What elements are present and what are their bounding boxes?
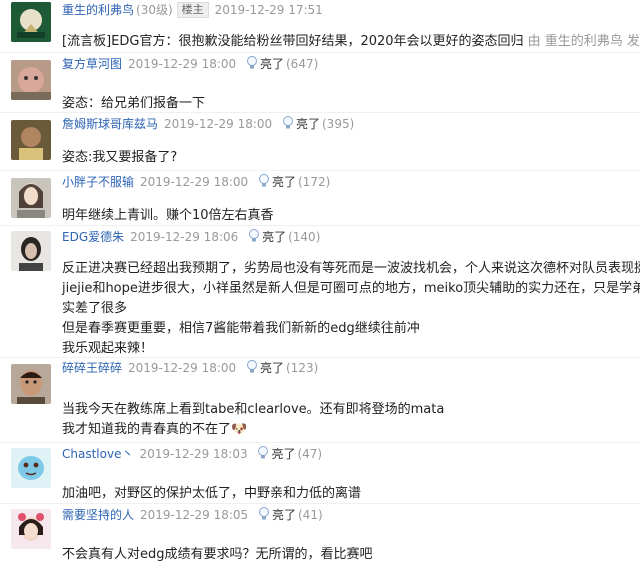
avatar[interactable]	[11, 2, 51, 42]
like-button[interactable]: 亮了 (395)	[282, 114, 354, 134]
like-button[interactable]: 亮了 (647)	[246, 54, 318, 74]
reply-line: 实差了很多	[62, 301, 128, 316]
reply-content: 明年继续上青训。赚个10倍左右真香	[62, 206, 640, 226]
reply-content: 反正进决赛已经超出我预期了，劣势局也没有等死而是一波波找机会，个人来说这次德杯对…	[62, 259, 640, 359]
like-button[interactable]: 亮了 (172)	[258, 172, 330, 192]
username[interactable]: Chastlove丶	[62, 447, 133, 461]
like-label: 亮了	[259, 57, 284, 71]
reply-meta: 碎碎王碎碎 2019-12-29 18:00 亮了 (123)	[62, 358, 318, 378]
like-count: (172)	[298, 175, 331, 189]
timestamp: 2019-12-29 17:51	[214, 3, 323, 17]
like-label: 亮了	[271, 447, 296, 461]
divider	[0, 170, 640, 171]
lightbulb-icon	[258, 446, 269, 459]
like-count: (395)	[322, 117, 355, 131]
reply-line: 当我今天在教练席上看到tabe和clearlove。还有即将登场的mata	[62, 402, 445, 417]
like-label: 亮了	[295, 117, 320, 131]
timestamp: 2019-12-29 18:00	[128, 361, 237, 375]
like-button[interactable]: 亮了 (41)	[258, 505, 323, 525]
username[interactable]: 小胖子不服输	[62, 175, 134, 189]
timestamp: 2019-12-29 18:05	[140, 508, 249, 522]
like-count: (47)	[297, 447, 323, 461]
like-label: 亮了	[259, 361, 284, 375]
timestamp: 2019-12-29 18:06	[130, 230, 239, 244]
username[interactable]: 需要坚持的人	[62, 508, 134, 522]
timestamp: 2019-12-29 18:00	[128, 57, 237, 71]
user-level: (30级)	[136, 3, 173, 17]
reply-line: 反正进决赛已经超出我预期了，劣势局也没有等死而是一波波找机会，个人来说这次德杯对…	[62, 261, 640, 276]
username[interactable]: EDG爱德朱	[62, 230, 124, 244]
like-count: (41)	[298, 508, 323, 522]
divider	[0, 112, 640, 113]
divider	[0, 503, 640, 504]
username[interactable]: 重生的利弗鸟	[62, 3, 134, 17]
like-label: 亮了	[271, 508, 296, 522]
like-label: 亮了	[271, 175, 296, 189]
reply-meta: 需要坚持的人 2019-12-29 18:05 亮了 (41)	[62, 505, 323, 525]
reply-line: 我才知道我的青春真的不在了🐶	[62, 422, 248, 437]
timestamp: 2019-12-29 18:00	[164, 117, 273, 131]
post-meta: 重生的利弗鸟 (30级) 楼主 2019-12-29 17:51	[62, 0, 323, 20]
timestamp: 2019-12-29 18:00	[140, 175, 249, 189]
divider	[0, 225, 640, 226]
reply-content: 加油吧，对野区的保护太低了，中野亲和力低的离谱	[62, 484, 640, 504]
reply-content: 姿态:我又要报备了?	[62, 148, 640, 168]
reply-meta: Chastlove丶 2019-12-29 18:03 亮了 (47)	[62, 444, 322, 464]
post-title[interactable]: [流言板]EDG官方：很抱歉没能给粉丝带回好结果，2020年会以更好的姿态回归	[62, 34, 524, 49]
reply-content: 不会真有人对edg成绩有要求吗？无所谓的，看比赛吧	[62, 545, 640, 565]
avatar[interactable]	[11, 448, 51, 488]
reply-line: 但是春季赛更重要，相信7酱能带着我们新新的edg继续往前冲	[62, 321, 420, 336]
reply-meta: 小胖子不服输 2019-12-29 18:00 亮了 (172)	[62, 172, 330, 192]
username[interactable]: 碎碎王碎碎	[62, 361, 122, 375]
avatar[interactable]	[11, 60, 51, 100]
lightbulb-icon	[258, 174, 269, 187]
like-label: 亮了	[262, 230, 287, 244]
like-button[interactable]: 亮了 (123)	[246, 358, 318, 378]
reply-line: 姿态：给兄弟们报备一下	[62, 96, 206, 111]
timestamp: 2019-12-29 18:03	[139, 447, 248, 461]
reply-meta: 复方草河图 2019-12-29 18:00 亮了 (647)	[62, 54, 318, 74]
like-count: (123)	[286, 361, 319, 375]
like-button[interactable]: 亮了 (140)	[248, 227, 320, 247]
lightbulb-icon	[246, 56, 257, 69]
reply-content: 姿态：给兄弟们报备一下	[62, 94, 640, 114]
reply-content: 当我今天在教练席上看到tabe和clearlove。还有即将登场的mata 我才…	[62, 400, 640, 440]
reply-meta: EDG爱德朱 2019-12-29 18:06 亮了 (140)	[62, 227, 320, 247]
lightbulb-icon	[249, 229, 260, 242]
reply-line: 姿态:我又要报备了?	[62, 150, 178, 165]
avatar[interactable]	[11, 231, 51, 271]
reply-line: jiejie和hope进步很大，小祥虽然是新人但是可圈可点的地方，meiko顶尖…	[62, 281, 640, 296]
lightbulb-icon	[282, 116, 293, 129]
avatar[interactable]	[11, 364, 51, 404]
lightbulb-icon	[246, 360, 257, 373]
reply-line: 加油吧，对野区的保护太低了，中野亲和力低的离谱	[62, 486, 362, 501]
op-badge: 楼主	[176, 2, 209, 18]
lightbulb-icon	[258, 507, 269, 520]
username[interactable]: 詹姆斯球哥库兹马	[62, 117, 158, 131]
post-source: 由 重生的利弗鸟 发表在	[527, 34, 640, 49]
reply-meta: 詹姆斯球哥库兹马 2019-12-29 18:00 亮了 (395)	[62, 114, 354, 134]
like-count: (140)	[288, 230, 321, 244]
avatar[interactable]	[11, 120, 51, 160]
divider	[0, 52, 640, 53]
divider	[0, 442, 640, 443]
reply-line: 我乐观起来辣！	[62, 341, 154, 356]
avatar[interactable]	[11, 509, 51, 549]
avatar[interactable]	[11, 178, 51, 218]
reply-line: 明年继续上青训。赚个10倍左右真香	[62, 208, 274, 223]
post-content: [流言板]EDG官方：很抱歉没能给粉丝带回好结果，2020年会以更好的姿态回归 …	[62, 32, 640, 52]
username[interactable]: 复方草河图	[62, 57, 122, 71]
reply-line: 不会真有人对edg成绩有要求吗？无所谓的，看比赛吧	[62, 547, 373, 562]
like-count: (647)	[286, 57, 319, 71]
like-button[interactable]: 亮了 (47)	[257, 444, 322, 464]
